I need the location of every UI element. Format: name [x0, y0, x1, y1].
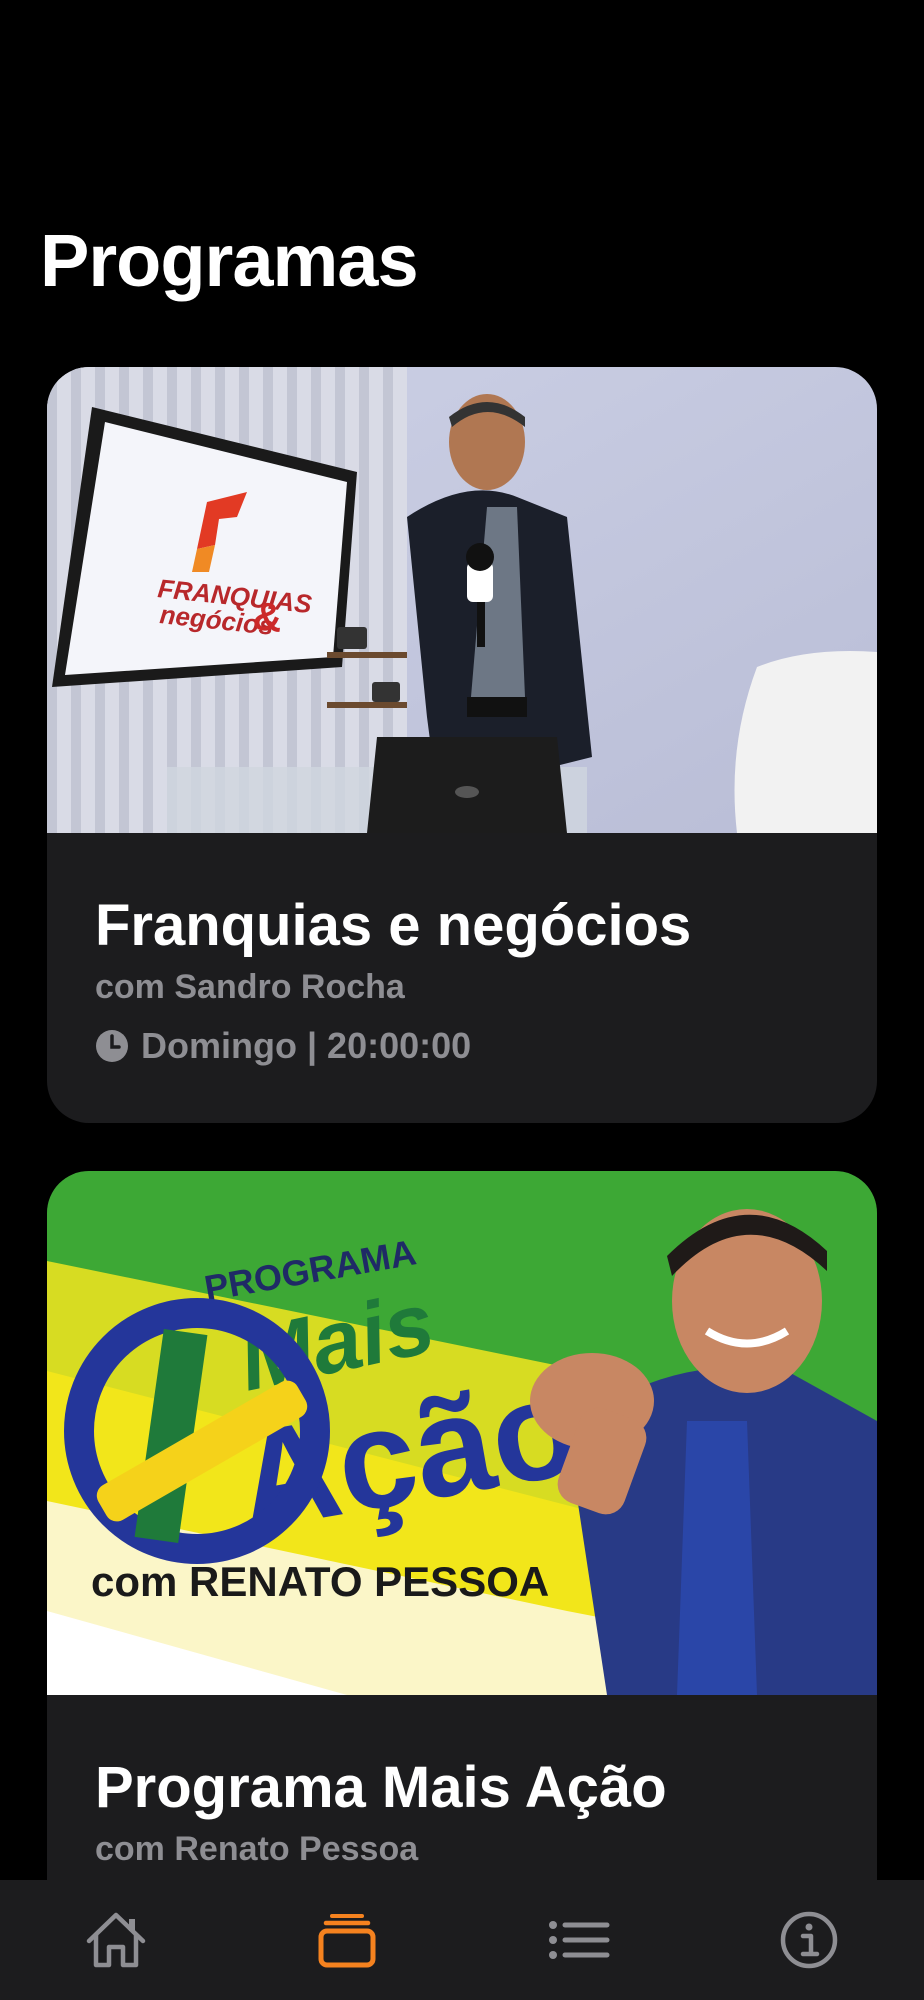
programs-icon — [318, 1914, 375, 1968]
program-thumbnail: FRANQUIAS negócios & — [47, 367, 877, 833]
program-host: com Sandro Rocha — [95, 967, 405, 1006]
banner-bottom-text: com RENATO PESSOA — [91, 1558, 549, 1605]
tv-logo-amp: & — [251, 594, 284, 641]
tab-info[interactable] — [749, 1890, 869, 1990]
schedule-text: Domingo | 20:00:00 — [141, 1024, 472, 1066]
info-icon — [780, 1911, 837, 1969]
program-schedule: Domingo | 20:00:00 — [95, 1025, 829, 1067]
page-title: Programas — [40, 219, 419, 302]
program-card-franquias[interactable]: FRANQUIAS negócios & Franquias e negócio… — [47, 367, 877, 1123]
program-card-mais-acao[interactable]: PROGRAMA Mais Ação com RENATO PESSOA Pro… — [47, 1171, 877, 2000]
program-banner: PROGRAMA Mais Ação com RENATO PESSOA — [47, 1171, 877, 1695]
tab-list[interactable] — [518, 1890, 638, 1990]
program-title: Franquias e negócios — [95, 893, 692, 958]
program-host: com Renato Pessoa — [95, 1829, 419, 1868]
program-info: Programa Mais Ação com Renato Pessoa — [47, 1695, 877, 1869]
program-info: Franquias e negócios com Sandro Rocha Do… — [47, 833, 877, 1067]
clock-icon — [96, 1029, 128, 1062]
list-icon — [548, 1921, 609, 1959]
studio-photo: FRANQUIAS negócios & — [47, 367, 877, 833]
program-thumbnail: PROGRAMA Mais Ação com RENATO PESSOA — [47, 1171, 877, 1695]
home-icon — [86, 1912, 145, 1968]
tab-programs[interactable] — [287, 1890, 407, 1990]
program-title: Programa Mais Ação — [95, 1755, 667, 1820]
programs-screen: Programas FRANQUIAS negócios & Franquias… — [0, 0, 924, 2000]
tab-bar — [0, 1880, 924, 2000]
tab-home[interactable] — [56, 1890, 176, 1990]
